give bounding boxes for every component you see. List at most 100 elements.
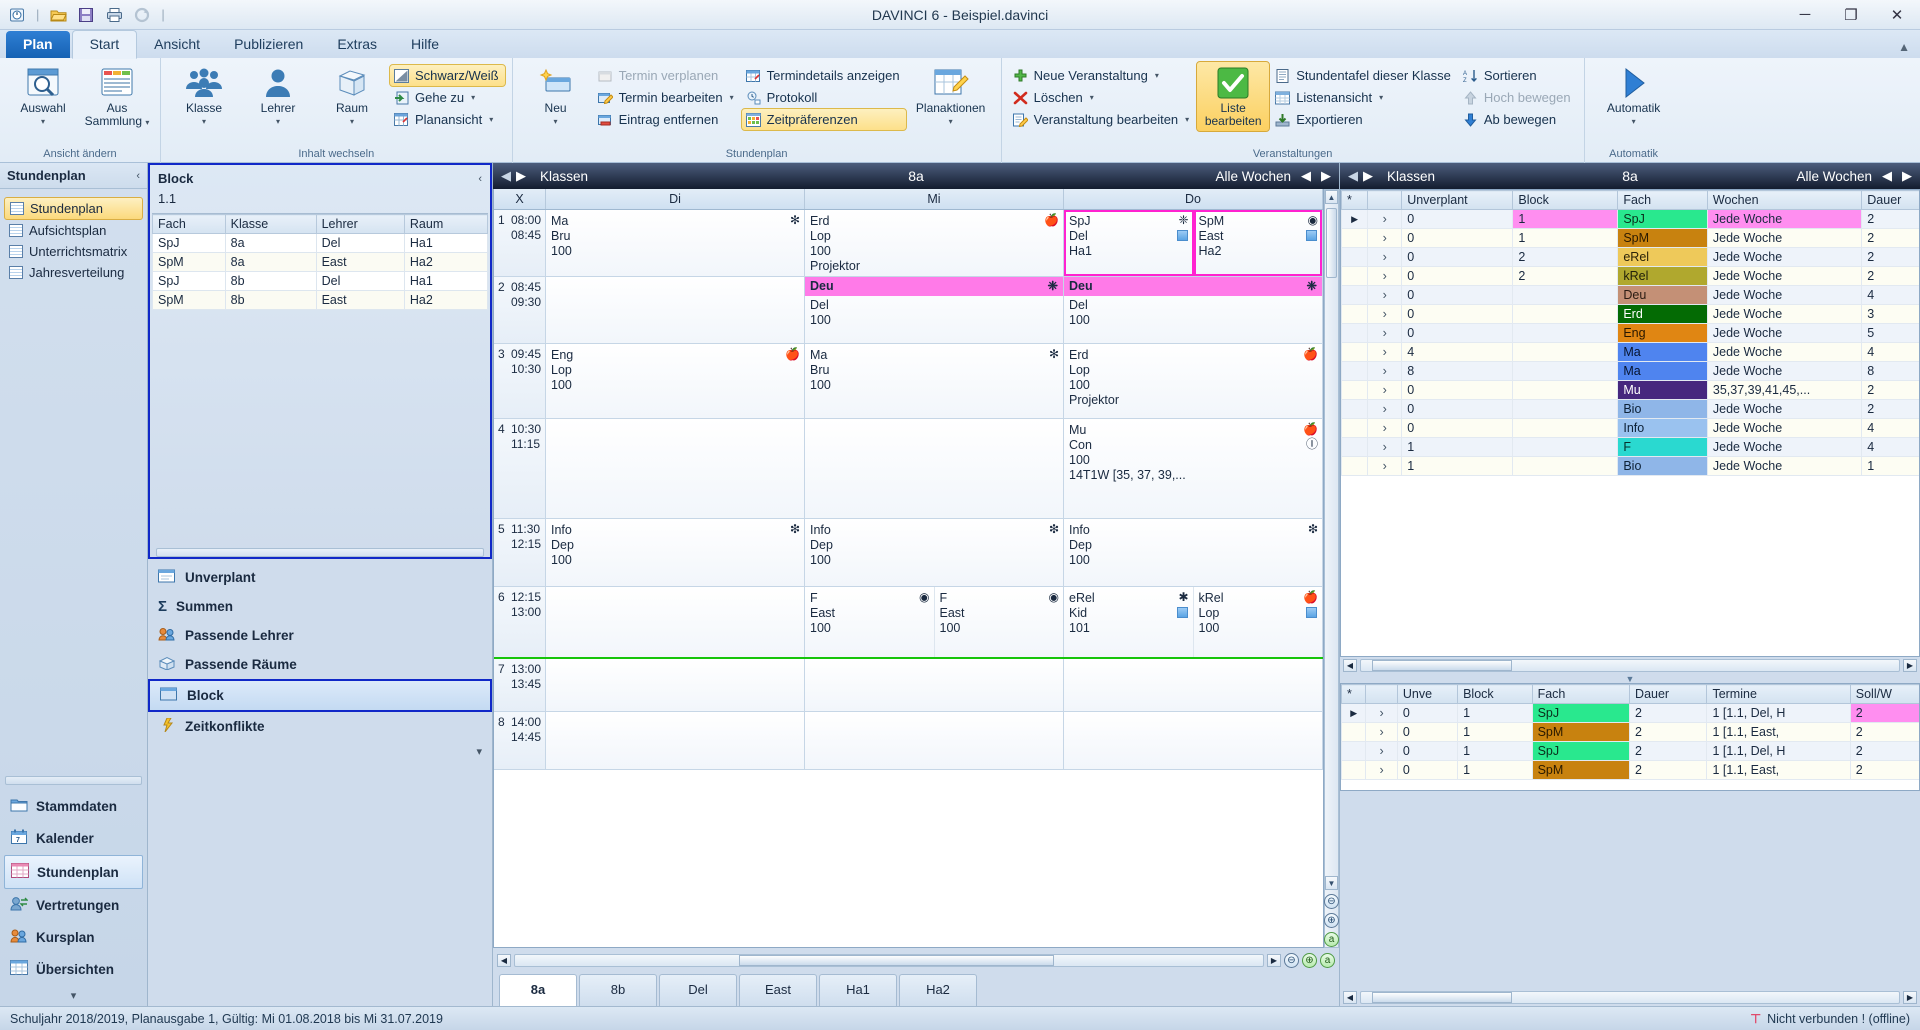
- table-row[interactable]: SpJ 8b Del Ha1: [152, 271, 489, 291]
- col-block[interactable]: Block: [1512, 190, 1619, 210]
- table-row[interactable]: ›01SpM21 [1.1, East,228bEastHa: [1341, 760, 1919, 780]
- chevron-down-icon-9[interactable]: ▾: [730, 93, 734, 102]
- tool-passende-lehrer[interactable]: Passende Lehrer: [148, 621, 492, 650]
- day-cell-do[interactable]: ❇ Info Dep 100: [1064, 519, 1323, 586]
- prev-class-icon[interactable]: ◀: [501, 168, 511, 184]
- lesson-cell[interactable]: Deu ❈ Del 100: [1064, 277, 1322, 343]
- table-row[interactable]: ›02eRelJede Woche21 [2.2, Ki...228a: [1341, 247, 1919, 267]
- chevron-down-icon-10[interactable]: ▾: [949, 115, 953, 128]
- prev-week-icon[interactable]: ◀: [1301, 168, 1311, 184]
- table-row[interactable]: SpM 8b East Ha2: [152, 290, 489, 310]
- tab-ha1[interactable]: Ha1: [819, 974, 897, 1006]
- protokoll-button[interactable]: Protokoll: [742, 87, 906, 108]
- lesson-cell[interactable]: ❇ Info Dep 100: [546, 519, 804, 586]
- day-cell-mi[interactable]: Deu ❈ Del 100: [805, 277, 1064, 343]
- left-nav-divider[interactable]: [5, 776, 142, 785]
- table-row[interactable]: ›0EngJede Woche52 [Lop, 1...558a: [1341, 323, 1919, 343]
- hoch-bewegen-button[interactable]: Hoch bewegen: [1459, 87, 1577, 108]
- scroll-thumb[interactable]: [1326, 208, 1337, 278]
- col-fach[interactable]: Fach: [1617, 190, 1708, 210]
- table-row[interactable]: ›0Mu35,37,39,41,45,...21 [Con, 1...218a: [1341, 380, 1919, 400]
- ab-bewegen-button[interactable]: Ab bewegen: [1459, 109, 1577, 130]
- tab-8b[interactable]: 8b: [579, 974, 657, 1006]
- stundentafel-button[interactable]: Stundentafel dieser Klasse: [1271, 65, 1457, 86]
- lesson-cell[interactable]: 🍎 kRel Lop 100: [1193, 587, 1322, 657]
- events-scroll-right-icon[interactable]: ▶: [1903, 659, 1917, 672]
- day-cell-do[interactable]: 🍎 Ⓘ Mu Con 100 14T1W [35, 37, 39,...: [1064, 419, 1323, 518]
- chevron-down-icon-6[interactable]: ▾: [471, 93, 475, 102]
- day-cell-mi[interactable]: [805, 712, 1064, 769]
- print-icon[interactable]: [103, 4, 125, 26]
- tab-8a[interactable]: 8a: [499, 974, 577, 1006]
- table-row[interactable]: ›0InfoJede Woche41 [Dep, 1...448a: [1341, 418, 1919, 438]
- module-kursplan[interactable]: Kursplan: [4, 921, 143, 953]
- col-klasse[interactable]: Klasse: [224, 214, 317, 234]
- chevron-left-icon-2[interactable]: ‹: [478, 173, 482, 185]
- table-row[interactable]: ›1FJede Woche41 [East, 1...048a: [1341, 437, 1919, 457]
- close-button[interactable]: ✕: [1874, 0, 1920, 30]
- chevron-down-icon-7[interactable]: ▾: [489, 115, 493, 124]
- auswahl-button[interactable]: Auswahl ▾: [7, 62, 79, 131]
- lehrer-button[interactable]: Lehrer ▾: [242, 62, 314, 131]
- day-cell-mi[interactable]: ✻ Ma Bru 100: [805, 344, 1064, 418]
- lesson-cell[interactable]: [1064, 712, 1322, 769]
- table-row[interactable]: ▶›01SpJJede Woche21 [1.1, D...228a: [1341, 209, 1919, 229]
- prev-week-icon-2[interactable]: ◀: [1882, 168, 1892, 184]
- termin-verplanen-button[interactable]: Termin verplanen: [594, 65, 740, 86]
- chevron-down-icon-3[interactable]: ▾: [202, 115, 206, 128]
- lesson-cell[interactable]: [805, 659, 1063, 711]
- tab-ansicht[interactable]: Ansicht: [137, 31, 217, 58]
- lesson-cell[interactable]: ❇ Info Dep 100: [1064, 519, 1322, 586]
- tab-plan[interactable]: Plan: [6, 31, 70, 58]
- table-row[interactable]: SpJ 8a Del Ha1: [152, 233, 489, 253]
- events-h-scrollbar[interactable]: [1360, 659, 1900, 672]
- day-cell-mi[interactable]: [805, 419, 1064, 518]
- block-more-icon[interactable]: ▾: [148, 741, 492, 762]
- tab-extras[interactable]: Extras: [320, 31, 394, 58]
- day-cell-di[interactable]: [546, 659, 805, 711]
- day-cell-di[interactable]: ❇ Info Dep 100: [546, 519, 805, 586]
- save-icon[interactable]: [75, 4, 97, 26]
- chevron-down-icon-15[interactable]: ▾: [1632, 115, 1636, 128]
- details-h-scrollbar[interactable]: [1360, 991, 1900, 1004]
- neue-veranstaltung-button[interactable]: Neue Veranstaltung ▾: [1009, 65, 1196, 86]
- next-week-icon[interactable]: ▶: [1321, 168, 1331, 184]
- module-stundenplan[interactable]: Stundenplan: [4, 855, 143, 889]
- lesson-cell[interactable]: ◉ F East 100: [805, 587, 935, 657]
- day-cell-mi[interactable]: ◉ F East 100 ◉ F East 100: [805, 587, 1064, 657]
- col-lehrer[interactable]: Lehrer: [315, 214, 405, 234]
- open-icon[interactable]: [47, 4, 69, 26]
- chevron-down-icon-11[interactable]: ▾: [1155, 71, 1159, 80]
- d-col-dauer[interactable]: Dauer: [1629, 684, 1708, 704]
- table-row[interactable]: ▶›01SpJ21 [1.1, Del, H228aDelHa: [1341, 703, 1919, 723]
- lesson-cell[interactable]: 🍎 Eng Lop 100: [546, 344, 804, 418]
- tool-zeitkonflikte[interactable]: Zeitkonflikte: [148, 712, 492, 741]
- listenansicht-button[interactable]: Listenansicht ▾: [1271, 87, 1457, 108]
- auto-size-button[interactable]: a: [1324, 932, 1339, 947]
- d-col-fach[interactable]: Fach: [1531, 684, 1631, 704]
- h-zoom-out-button[interactable]: ⊖: [1284, 952, 1299, 968]
- block-horizontal-scrollbar[interactable]: [156, 548, 484, 557]
- scroll-up-icon[interactable]: ▲: [1325, 190, 1338, 204]
- sidebar-item-stundenplan[interactable]: Stundenplan: [4, 197, 143, 220]
- events-scroll-left-icon[interactable]: ◀: [1343, 659, 1357, 672]
- chevron-down-icon-13[interactable]: ▾: [1185, 115, 1189, 124]
- table-row[interactable]: ›8MaJede Woche82 [Bru, 10...088a: [1341, 361, 1919, 381]
- zoom-out-button[interactable]: ⊖: [1324, 894, 1339, 909]
- exportieren-button[interactable]: Exportieren: [1271, 109, 1457, 130]
- tab-east[interactable]: East: [739, 974, 817, 1006]
- table-row[interactable]: ›0ErdJede Woche31 [Lop, 1...338a: [1341, 304, 1919, 324]
- lesson-cell[interactable]: [805, 419, 1063, 518]
- table-row[interactable]: ›02kRelJede Woche21 [2.2, Lo...228a: [1341, 266, 1919, 286]
- lesson-cell[interactable]: [546, 712, 804, 769]
- table-row[interactable]: ›1BioJede Woche11018a: [1341, 456, 1919, 476]
- table-row[interactable]: ›01SpJ21 [1.1, Del, H228bDelHa: [1341, 741, 1919, 761]
- planansicht-button[interactable]: Planansicht ▾: [390, 109, 505, 130]
- col-raum[interactable]: Raum: [403, 214, 489, 234]
- h-zoom-in-button[interactable]: ⊕: [1302, 952, 1317, 968]
- d-col-block[interactable]: Block: [1457, 684, 1533, 704]
- chevron-down-icon-5[interactable]: ▾: [350, 115, 354, 128]
- automatik-button[interactable]: Automatik ▾: [1592, 62, 1676, 131]
- day-cell-mi[interactable]: ❇ Info Dep 100: [805, 519, 1064, 586]
- tab-ha2[interactable]: Ha2: [899, 974, 977, 1006]
